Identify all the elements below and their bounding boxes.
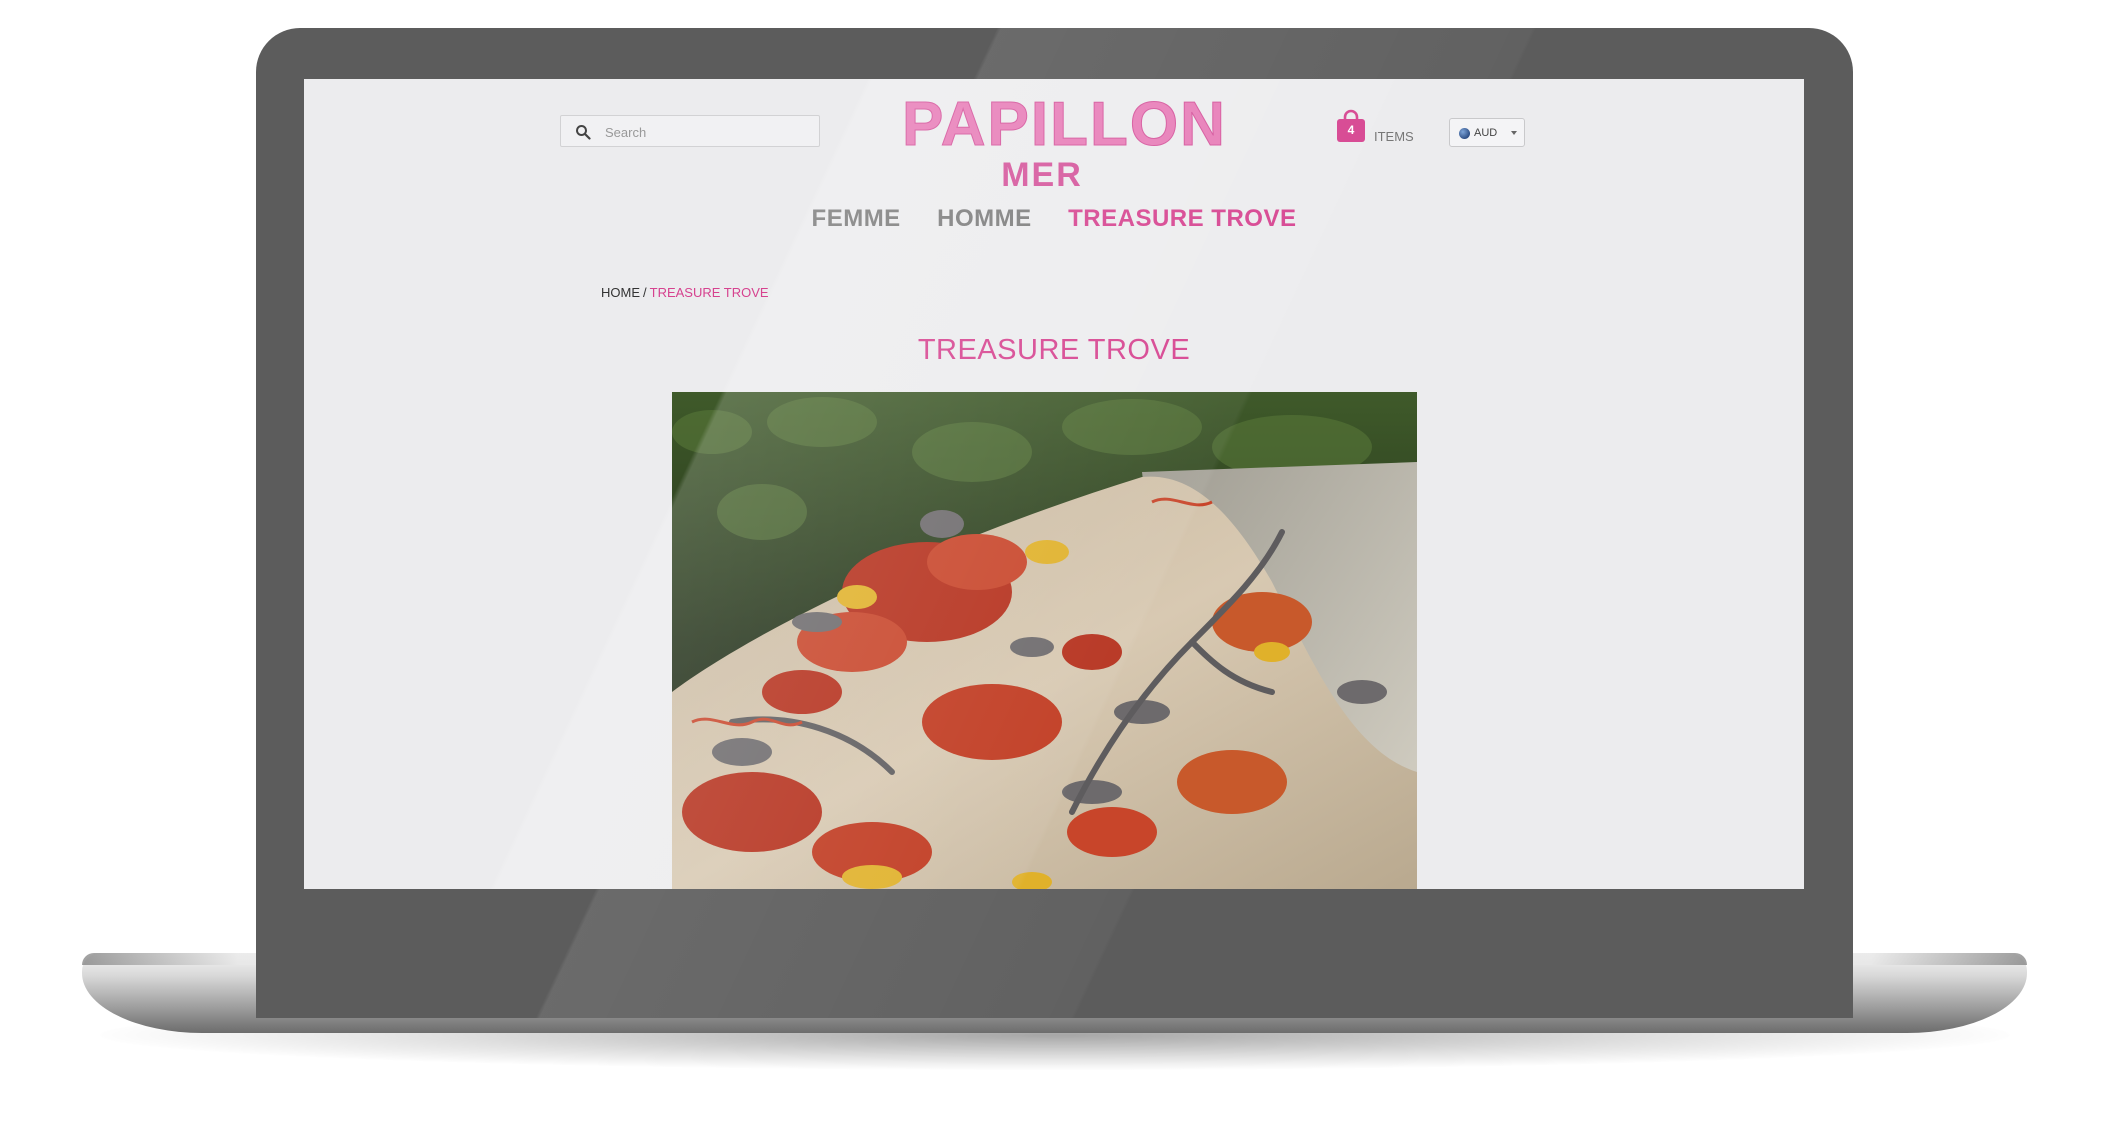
main-nav: FEMME HOMME TREASURE TROVE [304, 205, 1804, 233]
nav-item-homme[interactable]: HOMME [937, 205, 1032, 233]
breadcrumb-separator: / [643, 285, 647, 300]
embroidered-cushion-photo [672, 392, 1417, 889]
currency-selector[interactable]: AUD [1449, 118, 1525, 147]
breadcrumb: HOME / TREASURE TROVE [601, 285, 769, 300]
cart-label: ITEMS [1374, 129, 1414, 144]
globe-icon [1459, 128, 1470, 139]
cart-count: 4 [1347, 123, 1355, 137]
nav-item-femme[interactable]: FEMME [812, 205, 901, 233]
logo-main-text: PAPILLON [902, 90, 1227, 159]
chevron-down-icon [1511, 131, 1517, 135]
breadcrumb-home[interactable]: HOME [601, 285, 640, 300]
nav-item-treasure-trove[interactable]: TREASURE TROVE [1068, 205, 1296, 233]
search-icon[interactable] [575, 124, 591, 140]
currency-label: AUD [1474, 127, 1498, 139]
search-input[interactable] [603, 116, 812, 148]
logo-sub-text: MER [1001, 156, 1083, 194]
page-title: TREASURE TROVE [917, 334, 1191, 366]
hero-image [672, 392, 1417, 889]
laptop-screen: PAPILLON MER 4 ITEMS AUD FEMME HOMME TRE… [304, 79, 1804, 889]
site-logo[interactable]: PAPILLON MER [902, 90, 1227, 194]
search-box[interactable] [560, 115, 820, 148]
breadcrumb-current: TREASURE TROVE [649, 285, 769, 300]
